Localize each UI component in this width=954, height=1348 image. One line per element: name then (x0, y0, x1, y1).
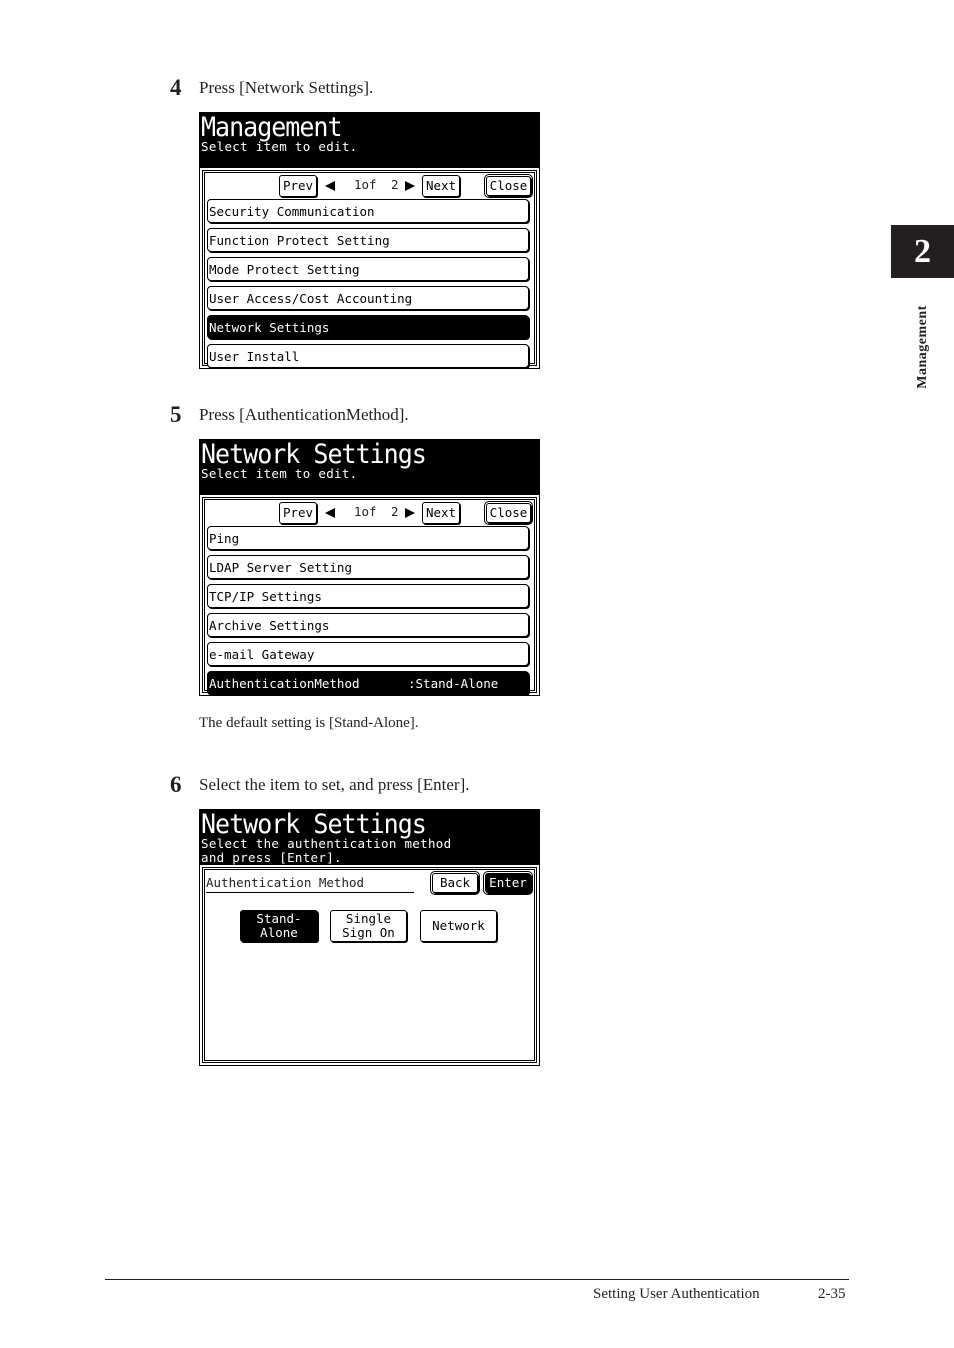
menu-item-network-settings[interactable]: Network Settings (207, 315, 529, 339)
screen-body: Prev 1of 2 Next Close Ping LDAP Server S… (202, 497, 537, 695)
menu-item-authentication-method[interactable]: AuthenticationMethod :Stand-Alone (207, 671, 529, 695)
screen-subtitle-line2: and press [Enter]. (201, 850, 342, 865)
page-indicator: 1of (354, 177, 377, 192)
authentication-method-label: Authentication Method (206, 874, 414, 893)
step-number: 4 (170, 75, 182, 100)
option-single-sign-on[interactable]: Single Sign On (330, 910, 407, 942)
step-instruction: Press [AuthenticationMethod]. (199, 405, 409, 424)
menu-item-user-access-cost-accounting[interactable]: User Access/Cost Accounting (207, 286, 529, 310)
screen-body: Prev 1of 2 Next Close Security Communica… (202, 170, 537, 368)
next-button[interactable]: Next (422, 175, 460, 197)
menu-item-ping[interactable]: Ping (207, 526, 529, 550)
option-network[interactable]: Network (420, 910, 497, 942)
right-arrow-icon[interactable] (405, 508, 415, 518)
close-button[interactable]: Close (484, 501, 533, 525)
screen-title: Network Settings (201, 808, 427, 840)
screen-title: Management (201, 111, 343, 143)
step-number: 6 (170, 772, 182, 797)
footer-section-title: Setting User Authentication (593, 1286, 760, 1302)
step-number: 5 (170, 402, 182, 427)
item-label: AuthenticationMethod (209, 676, 360, 691)
default-setting-note: The default setting is [Stand-Alone]. (199, 715, 419, 731)
authentication-method-screen: Network Settings Select the authenticati… (199, 809, 540, 1066)
menu-item-email-gateway[interactable]: e-mail Gateway (207, 642, 529, 666)
menu-item-mode-protect-setting[interactable]: Mode Protect Setting (207, 257, 529, 281)
pager: Prev 1of 2 Next Close (203, 498, 536, 526)
menu-item-function-protect-setting[interactable]: Function Protect Setting (207, 228, 529, 252)
prev-button[interactable]: Prev (279, 502, 317, 524)
footer-divider (105, 1279, 849, 1280)
screen-title: Network Settings (201, 438, 427, 470)
pager: Prev 1of 2 Next Close (203, 171, 536, 199)
left-arrow-icon[interactable] (325, 181, 335, 191)
menu-item-archive-settings[interactable]: Archive Settings (207, 613, 529, 637)
step-instruction: Press [Network Settings]. (199, 78, 374, 97)
step-instruction: Select the item to set, and press [Enter… (199, 775, 470, 794)
screen-header: Network Settings Select the authenticati… (200, 810, 539, 865)
menu-item-ldap-server-setting[interactable]: LDAP Server Setting (207, 555, 529, 579)
chapter-label: Management (915, 305, 930, 389)
right-arrow-icon[interactable] (405, 181, 415, 191)
screen-body: Authentication Method Back Enter Stand- … (202, 867, 537, 1063)
page-total: 2 (391, 177, 399, 192)
option-stand-alone[interactable]: Stand- Alone (240, 910, 318, 942)
next-button[interactable]: Next (422, 502, 460, 524)
screen-header: Network Settings Select item to edit. (200, 440, 539, 495)
back-button[interactable]: Back (430, 871, 480, 895)
footer-page-number: 2-35 (818, 1286, 846, 1302)
management-screen: Management Select item to edit. Prev 1of… (199, 112, 540, 369)
chapter-tab: 2 (891, 225, 954, 278)
prev-button[interactable]: Prev (279, 175, 317, 197)
item-value: :Stand-Alone (408, 676, 499, 691)
menu-item-security-communication[interactable]: Security Communication (207, 199, 529, 223)
network-settings-screen: Network Settings Select item to edit. Pr… (199, 439, 540, 696)
page-indicator: 1of (354, 504, 377, 519)
close-button[interactable]: Close (484, 174, 533, 198)
screen-header: Management Select item to edit. (200, 113, 539, 168)
menu-item-tcp-ip-settings[interactable]: TCP/IP Settings (207, 584, 529, 608)
page-total: 2 (391, 504, 399, 519)
enter-button[interactable]: Enter (483, 871, 533, 895)
left-arrow-icon[interactable] (325, 508, 335, 518)
menu-item-user-install[interactable]: User Install (207, 344, 529, 368)
